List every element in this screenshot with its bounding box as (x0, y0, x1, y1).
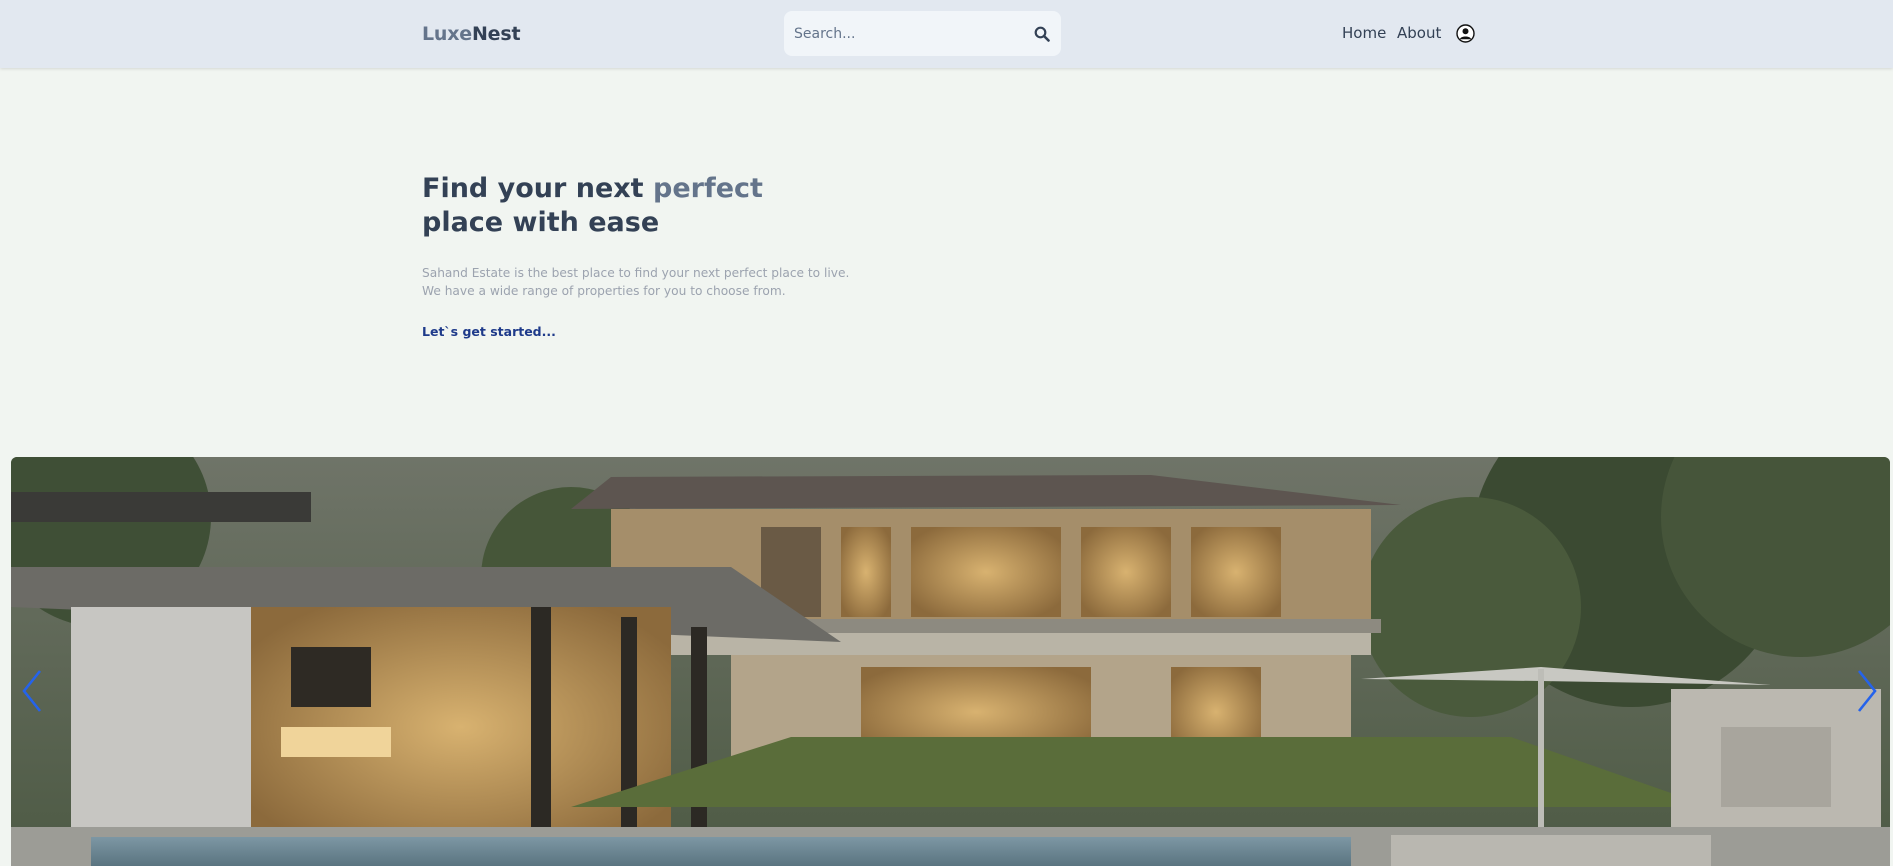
search-icon[interactable] (1034, 26, 1050, 42)
chevron-right-icon[interactable] (1855, 668, 1879, 714)
listing-carousel[interactable] (11, 457, 1890, 866)
search-form (784, 11, 1061, 56)
hero-description: Sahand Estate is the best place to find … (422, 264, 849, 300)
hero-description-line2: We have a wide range of properties for y… (422, 284, 786, 298)
logo-part-nest: Nest (471, 23, 521, 45)
logo-part-luxe: Luxe (422, 23, 472, 45)
user-circle-icon[interactable] (1456, 24, 1475, 43)
logo[interactable]: LuxeNest (422, 23, 521, 45)
nav-home-link[interactable]: Home (1342, 24, 1386, 42)
house-photo (11, 457, 1890, 866)
hero-title-start: Find your next (422, 173, 653, 204)
hero-title-line2: place with ease (422, 207, 660, 238)
get-started-link[interactable]: Let`s get started... (422, 324, 556, 339)
hero-title-highlight: perfect (653, 173, 763, 204)
site-header: LuxeNest Home About (0, 0, 1893, 68)
search-input[interactable] (794, 11, 1014, 56)
hero-title: Find your next perfect place with ease (422, 172, 763, 240)
hero-description-line1: Sahand Estate is the best place to find … (422, 266, 850, 280)
nav-about-link[interactable]: About (1397, 24, 1441, 42)
chevron-left-icon[interactable] (20, 668, 44, 714)
